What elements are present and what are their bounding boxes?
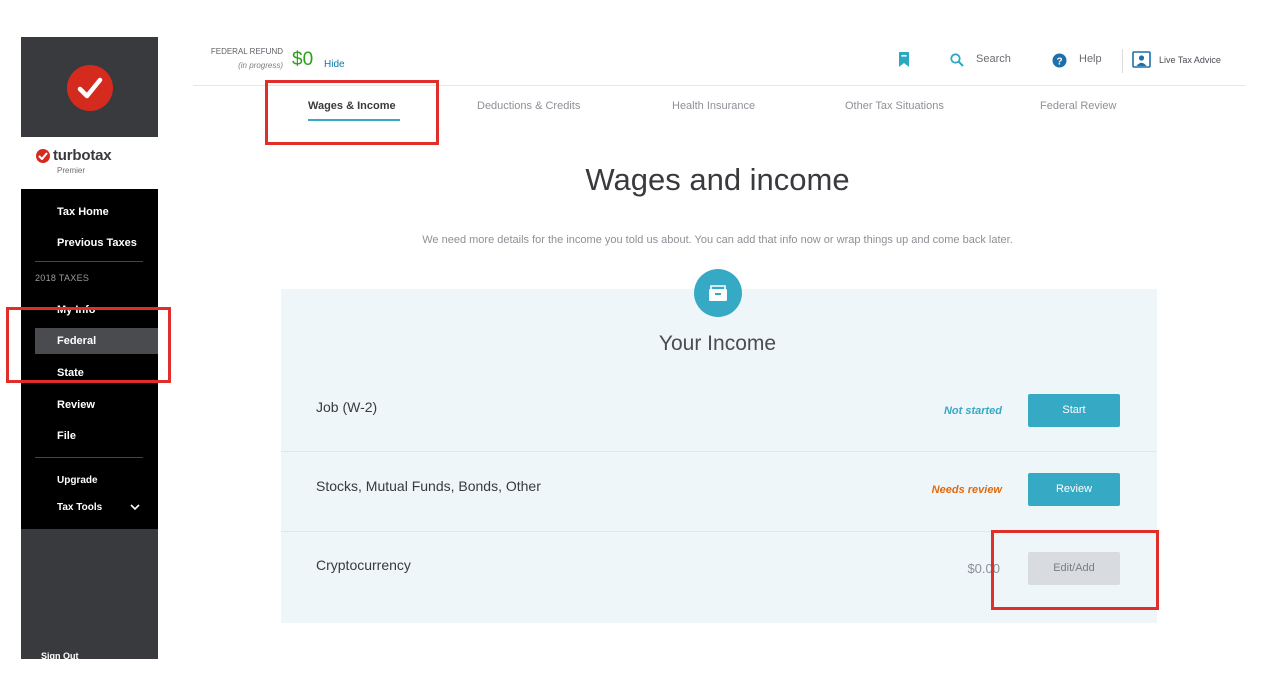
income-row-label: Stocks, Mutual Funds, Bonds, Other xyxy=(316,478,541,494)
search-icon[interactable] xyxy=(950,53,964,72)
tab-deductions-credits[interactable]: Deductions & Credits xyxy=(477,100,580,112)
tab-other-tax-situations[interactable]: Other Tax Situations xyxy=(845,100,944,112)
brand-check-icon xyxy=(36,149,50,163)
nav-section-label: 2018 TAXES xyxy=(35,273,90,283)
nav-divider xyxy=(35,261,143,262)
topbar-divider xyxy=(1122,49,1123,73)
page-title: Wages and income xyxy=(585,162,850,197)
nav-divider xyxy=(35,457,143,458)
sidebar-item-tax-home[interactable]: Tax Home xyxy=(21,199,158,225)
tax-tools-label: Tax Tools xyxy=(57,502,103,513)
card-title: Your Income xyxy=(658,332,777,355)
tab-health-insurance[interactable]: Health Insurance xyxy=(672,100,755,112)
top-bar: FEDERAL REFUND (in progress) $0 Hide Sea… xyxy=(193,37,1245,86)
refund-amount: $0 xyxy=(292,49,314,70)
refund-label: FEDERAL REFUND xyxy=(210,47,283,56)
checkmark-logo-icon[interactable] xyxy=(67,65,113,111)
help-link[interactable]: Help xyxy=(1079,53,1102,65)
income-box-icon xyxy=(694,269,742,317)
crypto-amount: $0.00 xyxy=(967,561,1000,576)
search-link[interactable]: Search xyxy=(976,53,1011,65)
highlight-box-edit-add xyxy=(991,530,1159,610)
help-icon[interactable]: ? xyxy=(1052,53,1067,73)
sidebar-item-file[interactable]: File xyxy=(21,423,158,449)
hide-refund-link[interactable]: Hide xyxy=(324,59,345,70)
status-needs-review: Needs review xyxy=(931,484,1002,496)
row-separator xyxy=(281,451,1157,452)
live-advice-icon[interactable] xyxy=(1132,51,1151,73)
live-advice-link[interactable]: Live Tax Advice xyxy=(1159,55,1221,65)
start-button[interactable]: Start xyxy=(1028,394,1120,427)
tab-federal-review[interactable]: Federal Review xyxy=(1040,100,1116,112)
page-description: We need more details for the income you … xyxy=(422,234,1013,246)
sidebar-item-review[interactable]: Review xyxy=(21,392,158,418)
refund-status: (in progress) xyxy=(238,61,283,70)
bookmark-icon[interactable] xyxy=(898,51,910,73)
review-button[interactable]: Review xyxy=(1028,473,1120,506)
chevron-down-icon xyxy=(130,495,140,521)
highlight-box-wages-tab xyxy=(265,80,439,145)
sign-out-link[interactable]: Sign Out xyxy=(41,651,79,661)
sidebar-item-tax-tools[interactable]: Tax Tools xyxy=(21,495,158,521)
sidebar-item-upgrade[interactable]: Upgrade xyxy=(21,468,158,494)
svg-text:?: ? xyxy=(1056,56,1062,67)
income-row-label: Job (W-2) xyxy=(316,399,378,415)
logo-block xyxy=(21,37,158,137)
income-row-label: Cryptocurrency xyxy=(316,557,411,573)
status-not-started: Not started xyxy=(943,405,1002,417)
